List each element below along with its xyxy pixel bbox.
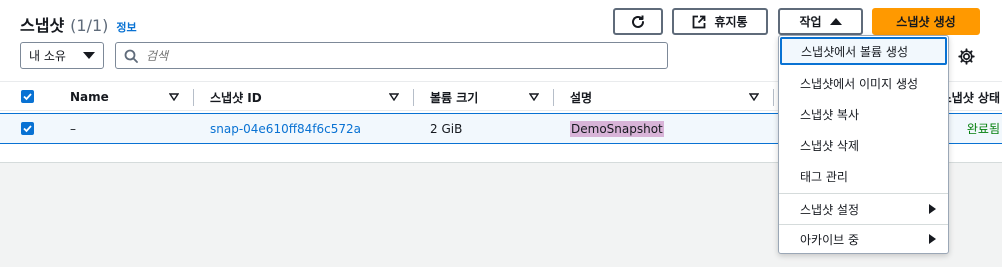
submenu-arrow-icon (929, 234, 936, 244)
select-all-checkbox[interactable] (21, 90, 34, 103)
column-header-name[interactable]: Name (70, 82, 109, 112)
caret-down-icon (83, 52, 95, 59)
checkbox-checked-icon (23, 93, 32, 101)
menu-item-archive-label: 아카이브 중 (800, 232, 860, 247)
menu-item-snapshot-settings-label: 스냅샷 설정 (800, 202, 860, 217)
column-header-volume-size[interactable]: 볼륨 크기 (430, 82, 478, 112)
column-divider[interactable] (193, 89, 194, 106)
cell-volume-size: 2 GiB (430, 121, 463, 136)
submenu-arrow-icon (929, 204, 936, 214)
actions-label: 작업 (799, 15, 822, 29)
row-checkbox[interactable] (21, 122, 34, 135)
sort-icon[interactable] (389, 93, 399, 101)
menu-item-create-volume[interactable]: 스냅샷에서 볼륨 생성 (780, 37, 947, 65)
menu-item-snapshot-settings[interactable]: 스냅샷 설정 (779, 194, 948, 224)
actions-menu: 스냅샷에서 볼륨 생성 스냅샷에서 이미지 생성 스냅샷 복사 스냅샷 삭제 태… (778, 35, 949, 254)
selection-count: (1/1) (70, 16, 109, 35)
column-header-description[interactable]: 설명 (570, 82, 592, 112)
snapshots-page: 스냅샷 (1/1) 정보 휴지통 작업 스냅샷 생성 내 소유 검색 Name … (0, 0, 1002, 267)
gear-icon[interactable] (958, 48, 975, 65)
page-header: 스냅샷 (1/1) 정보 (20, 12, 137, 35)
menu-item-delete-snapshot[interactable]: 스냅샷 삭제 (779, 130, 948, 160)
search-field[interactable] (115, 42, 668, 69)
page-title: 스냅샷 (20, 16, 65, 35)
menu-item-manage-tags[interactable]: 태그 관리 (779, 161, 948, 191)
column-divider[interactable] (773, 89, 774, 106)
checkbox-checked-icon (23, 125, 32, 133)
search-input[interactable] (146, 48, 646, 63)
column-divider[interactable] (413, 89, 414, 106)
menu-item-archive[interactable]: 아카이브 중 (779, 224, 948, 254)
create-snapshot-label: 스냅샷 생성 (896, 15, 956, 29)
column-divider[interactable] (553, 89, 554, 106)
refresh-icon (632, 15, 644, 28)
owner-filter-select[interactable]: 내 소유 (20, 42, 104, 69)
recycle-bin-label: 휴지통 (714, 15, 748, 29)
sort-icon[interactable] (169, 93, 179, 101)
external-link-icon (693, 15, 706, 28)
sort-icon[interactable] (529, 93, 539, 101)
menu-item-create-image[interactable]: 스냅샷에서 이미지 생성 (779, 68, 948, 98)
owner-filter-value: 내 소유 (29, 49, 66, 63)
refresh-button[interactable] (613, 8, 663, 35)
actions-dropdown-button[interactable]: 작업 (778, 8, 863, 35)
cell-snapshot-id-link[interactable]: snap-04e610ff84f6c572a (210, 114, 361, 143)
caret-up-icon (829, 18, 842, 25)
menu-item-copy-snapshot[interactable]: 스냅샷 복사 (779, 99, 948, 129)
info-link[interactable]: 정보 (116, 19, 136, 35)
sort-icon[interactable] (749, 93, 759, 101)
create-snapshot-button[interactable]: 스냅샷 생성 (872, 8, 980, 35)
cell-description: DemoSnapshot (570, 120, 664, 137)
column-header-snapshot-id[interactable]: 스냅샷 ID (210, 82, 262, 112)
recycle-bin-button[interactable]: 휴지통 (672, 8, 768, 35)
search-icon (124, 49, 138, 63)
cell-name: – (70, 121, 76, 136)
